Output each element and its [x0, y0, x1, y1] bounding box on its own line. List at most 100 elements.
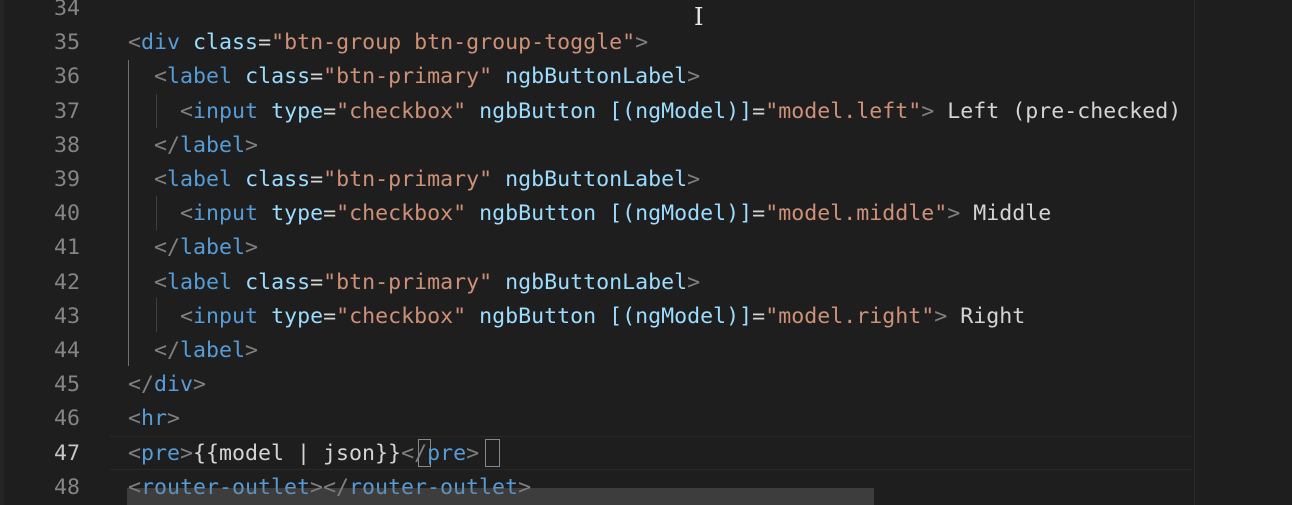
code-token: =	[323, 304, 337, 329]
code-token: >	[921, 99, 935, 124]
code-line[interactable]: </label>	[128, 231, 258, 265]
code-token: label	[167, 167, 233, 192]
code-token: Right	[947, 304, 1026, 329]
code-token: class	[245, 167, 311, 192]
code-token: ngbButtonLabel	[505, 167, 688, 192]
code-token: [(ngModel)]	[609, 201, 753, 226]
code-token: >	[466, 441, 480, 466]
code-token: "checkbox"	[336, 304, 467, 329]
code-token: =	[323, 201, 337, 226]
code-token: <	[154, 270, 168, 295]
code-token: type	[271, 99, 324, 124]
code-token: =	[310, 64, 324, 89]
code-line[interactable]: </label>	[128, 334, 258, 368]
code-token: <	[180, 304, 194, 329]
code-token: </	[154, 338, 181, 363]
code-token: <	[128, 406, 142, 431]
code-line[interactable]: <input type="checkbox" ngbButton [(ngMod…	[128, 95, 1181, 129]
code-token: <	[180, 201, 194, 226]
code-token: <	[128, 30, 142, 55]
code-token: "model.left"	[765, 99, 922, 124]
code-editor[interactable]: 34 35 36 37 38 39 40 41 42 43 44 45 46 47 48 <div clas…	[0, 0, 1292, 505]
code-token: "btn-primary"	[323, 167, 493, 192]
code-token: >	[687, 167, 701, 192]
code-token: =	[752, 99, 766, 124]
code-token: type	[271, 201, 324, 226]
code-line[interactable]: <label class="btn-primary" ngbButtonLabe…	[128, 266, 700, 300]
code-token: "btn-group btn-group-toggle"	[271, 30, 636, 55]
code-line[interactable]: <pre>{{model | json}}</pre>	[128, 437, 479, 471]
code-token: "checkbox"	[336, 99, 467, 124]
code-token: ngbButton	[479, 201, 597, 226]
code-token: >	[687, 64, 701, 89]
code-token: >	[180, 441, 194, 466]
code-token: ngbButton	[479, 99, 597, 124]
code-token: >	[245, 235, 259, 260]
code-token: {{model | json}}	[193, 441, 402, 466]
code-token: >	[245, 338, 259, 363]
code-token: label	[180, 235, 246, 260]
code-token: >	[687, 270, 701, 295]
code-area[interactable]: <div class="btn-group btn-group-toggle">…	[0, 0, 1192, 505]
code-token: input	[193, 304, 259, 329]
code-token: class	[245, 64, 311, 89]
code-token: <	[154, 167, 168, 192]
code-token: label	[180, 133, 246, 158]
code-token: >	[635, 30, 649, 55]
code-token: >	[947, 201, 961, 226]
code-token: "model.middle"	[765, 201, 948, 226]
code-token: <	[128, 441, 142, 466]
code-token: Middle	[960, 201, 1052, 226]
code-token: ngbButtonLabel	[505, 270, 688, 295]
code-line[interactable]: <label class="btn-primary" ngbButtonLabe…	[128, 163, 700, 197]
code-token: [(ngModel)]	[609, 99, 753, 124]
code-line[interactable]: <input type="checkbox" ngbButton [(ngMod…	[128, 300, 1025, 334]
code-token: </	[154, 235, 181, 260]
code-line[interactable]: </div>	[128, 368, 206, 402]
code-line[interactable]: <input type="checkbox" ngbButton [(ngMod…	[128, 197, 1051, 231]
code-token: =	[258, 30, 272, 55]
code-token: ngbButton	[479, 304, 597, 329]
code-token: <	[180, 99, 194, 124]
code-token: "model.right"	[765, 304, 935, 329]
code-token: class	[245, 270, 311, 295]
horizontal-scrollbar-thumb[interactable]	[127, 488, 874, 505]
code-token: input	[193, 201, 259, 226]
code-line[interactable]: <hr>	[128, 402, 180, 436]
minimap[interactable]	[1194, 0, 1292, 505]
code-token: class	[193, 30, 259, 55]
code-token: =	[310, 270, 324, 295]
code-token: =	[752, 201, 766, 226]
code-token: =	[323, 99, 337, 124]
code-token: label	[167, 270, 233, 295]
text-ibeam-cursor-icon: I	[694, 3, 704, 31]
code-token: label	[167, 64, 233, 89]
code-line[interactable]: <div class="btn-group btn-group-toggle">	[128, 26, 648, 60]
code-token: >	[193, 372, 207, 397]
code-token: pre	[427, 441, 467, 466]
code-line[interactable]: <label class="btn-primary" ngbButtonLabe…	[128, 60, 700, 94]
code-token: <	[154, 64, 168, 89]
code-line[interactable]: </label>	[128, 129, 258, 163]
code-token: type	[271, 304, 324, 329]
